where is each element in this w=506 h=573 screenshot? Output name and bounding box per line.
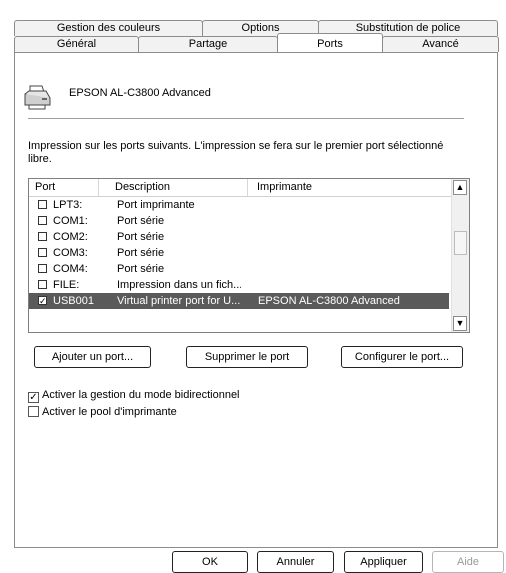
port-rows: LPT3: Port imprimante COM1: Port série COM2:… <box>29 197 449 309</box>
port-checkbox[interactable] <box>38 200 47 209</box>
port-description: Port série <box>117 263 165 275</box>
column-header-description[interactable]: Description <box>109 179 248 196</box>
port-name: COM4: <box>53 263 88 275</box>
port-checkbox[interactable] <box>38 216 47 225</box>
delete-port-button[interactable]: Supprimer le port <box>186 346 308 368</box>
port-description: Virtual printer port for U... <box>117 295 241 307</box>
port-name: LPT3: <box>53 199 83 211</box>
port-checkbox[interactable] <box>38 280 47 289</box>
port-row[interactable]: LPT3: Port imprimante <box>29 197 449 213</box>
port-row[interactable]: COM1: Port série <box>29 213 449 229</box>
port-checkbox[interactable] <box>38 264 47 273</box>
port-row[interactable]: ✓ USB001 Virtual printer port for U... EPSO… <box>29 293 449 309</box>
port-checkbox[interactable] <box>38 232 47 241</box>
tab-color-management[interactable]: Gestion des couleurs <box>14 20 203 36</box>
pool-checkbox[interactable] <box>28 406 39 417</box>
port-row[interactable]: COM4: Port série <box>29 261 449 277</box>
column-header-printer[interactable]: Imprimante <box>251 179 451 196</box>
apply-button[interactable]: Appliquer <box>344 551 423 573</box>
port-list-scrollbar[interactable]: ▲ ▼ <box>451 179 469 332</box>
column-header-port[interactable]: Port <box>29 179 99 196</box>
port-description: Port série <box>117 215 165 227</box>
scroll-thumb[interactable] <box>454 231 467 255</box>
configure-port-button[interactable]: Configurer le port... <box>341 346 463 368</box>
port-description: Port imprimante <box>117 199 195 211</box>
ports-description: Impression sur les ports suivants. L'imp… <box>28 140 444 165</box>
printer-name: EPSON AL-C3800 Advanced <box>69 87 211 99</box>
scroll-down-button[interactable]: ▼ <box>453 316 467 331</box>
cancel-button[interactable]: Annuler <box>257 551 334 573</box>
bidirectional-checkbox[interactable]: ✓ <box>28 392 39 403</box>
tab-row-bottom: Général Partage Ports Avancé <box>14 33 499 52</box>
port-name: COM3: <box>53 247 88 259</box>
port-row[interactable]: COM3: Port série <box>29 245 449 261</box>
port-printer: EPSON AL-C3800 Advanced <box>258 295 400 307</box>
add-port-button[interactable]: Ajouter un port... <box>34 346 151 368</box>
tab-sharing[interactable]: Partage <box>138 36 278 52</box>
tab-general[interactable]: Général <box>14 36 139 52</box>
port-checkbox[interactable] <box>38 248 47 257</box>
pool-label: Activer le pool d'imprimante <box>42 406 177 418</box>
bidirectional-option[interactable]: ✓ Activer la gestion du mode bidirectionn… <box>28 388 240 403</box>
port-row[interactable]: COM2: Port série <box>29 229 449 245</box>
port-checkbox[interactable]: ✓ <box>38 296 47 306</box>
port-row[interactable]: FILE: Impression dans un fich... <box>29 277 449 293</box>
port-name: FILE: <box>53 279 80 291</box>
pool-option[interactable]: Activer le pool d'imprimante <box>28 405 177 419</box>
port-description: Port série <box>117 247 165 259</box>
port-description: Port série <box>117 231 165 243</box>
ok-button[interactable]: OK <box>172 551 248 573</box>
port-name: COM1: <box>53 215 88 227</box>
tab-ports[interactable]: Ports <box>277 33 383 52</box>
help-button[interactable]: Aide <box>432 551 504 573</box>
tab-row-top: Gestion des couleurs Options Substitutio… <box>14 20 498 36</box>
port-name: USB001 <box>53 295 94 307</box>
scroll-up-button[interactable]: ▲ <box>453 180 467 195</box>
printer-icon <box>22 82 52 112</box>
port-list[interactable]: Port Description Imprimante LPT3: Port im… <box>28 178 470 333</box>
separator <box>28 118 464 119</box>
bidirectional-label: Activer la gestion du mode bidirectionne… <box>42 389 240 401</box>
port-description: Impression dans un fich... <box>117 279 241 291</box>
port-name: COM2: <box>53 231 88 243</box>
port-list-header: Port Description Imprimante <box>29 179 469 197</box>
tab-advanced[interactable]: Avancé <box>382 36 499 52</box>
